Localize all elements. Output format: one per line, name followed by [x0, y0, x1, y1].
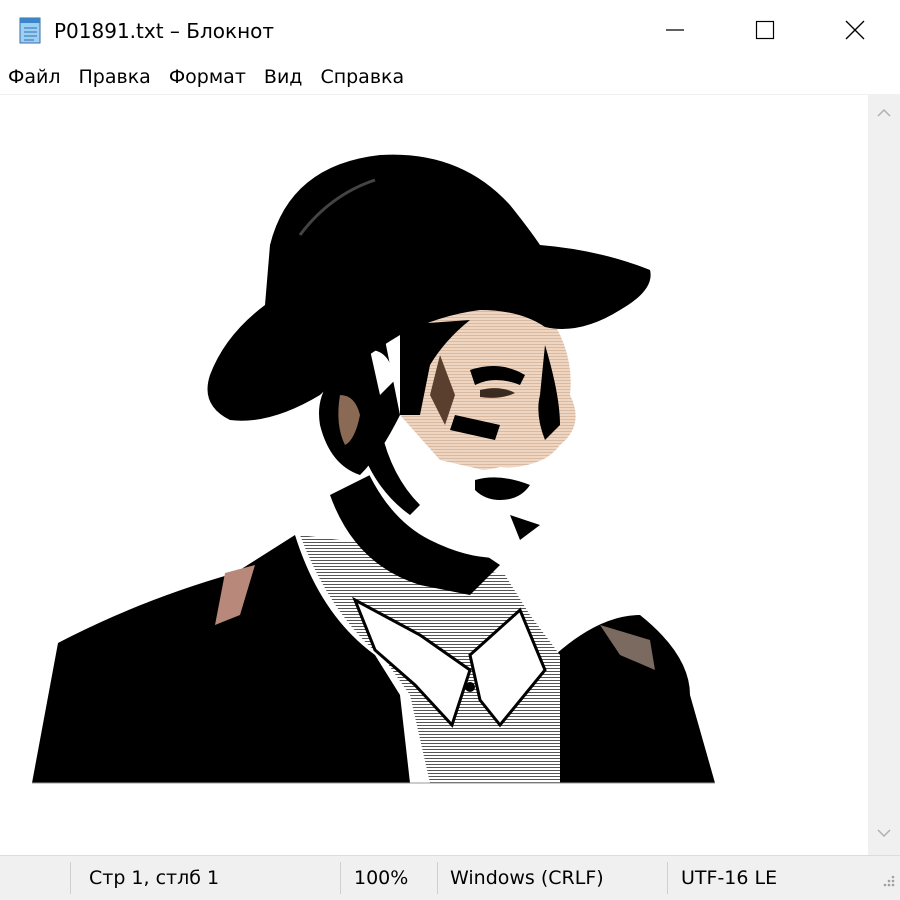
status-zoom: 100%	[354, 867, 409, 889]
status-encoding: UTF-16 LE	[681, 867, 778, 889]
status-bar: Стр 1, стлб 1 100% Windows (CRLF) UTF-16…	[0, 855, 900, 900]
maximize-button[interactable]	[720, 0, 810, 60]
window-title: P01891.txt – Блокнот	[54, 19, 275, 43]
notepad-icon	[19, 17, 41, 44]
maximize-icon	[755, 20, 775, 40]
menu-help[interactable]: Справка	[311, 60, 413, 94]
minimize-icon	[666, 29, 684, 31]
chevron-down-icon[interactable]	[876, 825, 892, 841]
text-editor-area[interactable]	[0, 95, 868, 855]
close-icon	[845, 20, 865, 40]
menu-view[interactable]: Вид	[255, 60, 312, 94]
menu-bar: Файл Правка Формат Вид Справка	[0, 60, 900, 95]
title-bar[interactable]: P01891.txt – Блокнот	[0, 0, 900, 60]
status-separator	[437, 862, 438, 894]
status-separator	[667, 862, 668, 894]
vertical-scrollbar[interactable]	[868, 95, 900, 855]
close-button[interactable]	[810, 0, 900, 60]
chevron-up-icon[interactable]	[876, 105, 892, 121]
status-separator	[70, 862, 71, 894]
menu-file[interactable]: Файл	[0, 60, 70, 94]
minimize-button[interactable]	[630, 0, 720, 60]
ascii-art-portrait	[32, 154, 715, 784]
status-separator	[340, 862, 341, 894]
resize-grip-icon[interactable]	[880, 872, 896, 888]
menu-edit[interactable]: Правка	[70, 60, 160, 94]
menu-format[interactable]: Формат	[160, 60, 255, 94]
status-line-endings: Windows (CRLF)	[450, 867, 604, 889]
status-cursor-position: Стр 1, стлб 1	[89, 867, 220, 889]
